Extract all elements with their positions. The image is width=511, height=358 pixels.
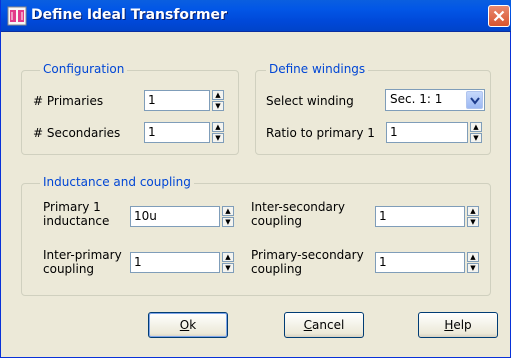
spin-up-icon[interactable]: ▲ [467, 206, 479, 216]
primary-secondary-label-line1: Primary-secondary [251, 248, 364, 262]
dialog-window: Define Ideal Transformer Configuration #… [0, 0, 511, 358]
inter-secondary-input[interactable]: 1 [375, 206, 465, 227]
primary-secondary-input[interactable]: 1 [375, 252, 465, 273]
primary-inductance-input[interactable]: 10u [130, 206, 220, 227]
inter-secondary-label-line2: coupling [251, 214, 303, 228]
close-button[interactable] [488, 5, 510, 27]
close-icon [493, 10, 505, 22]
inter-secondary-spinner[interactable]: ▲ ▼ [467, 206, 479, 227]
ratio-input[interactable]: 1 [386, 122, 468, 143]
ok-mnemonic: O [179, 318, 190, 332]
secondaries-spinner[interactable]: ▲ ▼ [212, 122, 224, 143]
spin-down-icon[interactable]: ▼ [212, 133, 224, 143]
help-button[interactable]: Help [418, 312, 498, 338]
inter-primary-spinner[interactable]: ▲ ▼ [222, 252, 234, 273]
inter-primary-input[interactable]: 1 [130, 252, 220, 273]
inter-primary-label: Inter-primary coupling [43, 248, 122, 276]
primary-secondary-label-line2: coupling [251, 262, 303, 276]
primary-inductance-label-line2: inductance [43, 214, 110, 228]
spin-up-icon[interactable]: ▲ [212, 90, 224, 100]
primary-inductance-spinner[interactable]: ▲ ▼ [222, 206, 234, 227]
configuration-group-title: Configuration [40, 62, 128, 76]
help-label-rest: elp [453, 318, 472, 332]
primary-inductance-label-line1: Primary 1 [43, 200, 101, 214]
dropdown-button[interactable] [466, 91, 483, 109]
spin-down-icon[interactable]: ▼ [467, 217, 479, 227]
primaries-label: # Primaries [33, 94, 104, 108]
cancel-mnemonic: C [303, 318, 313, 332]
ratio-label: Ratio to primary 1 [266, 126, 375, 140]
inductance-coupling-group-title: Inductance and coupling [40, 175, 194, 189]
cancel-label-rest: ancel [312, 318, 345, 332]
spin-down-icon[interactable]: ▼ [212, 101, 224, 111]
primaries-spinner[interactable]: ▲ ▼ [212, 90, 224, 111]
select-winding-label: Select winding [266, 94, 354, 108]
title-bar[interactable]: Define Ideal Transformer [1, 0, 511, 32]
define-windings-group-title: Define windings [266, 62, 369, 76]
ratio-spinner[interactable]: ▲ ▼ [470, 122, 482, 143]
spin-up-icon[interactable]: ▲ [467, 252, 479, 262]
window-title: Define Ideal Transformer [31, 7, 227, 23]
primary-secondary-label: Primary-secondary coupling [251, 248, 364, 276]
inter-secondary-label: Inter-secondary coupling [251, 200, 345, 228]
ok-button[interactable]: Ok [148, 312, 228, 338]
primary-inductance-label: Primary 1 inductance [43, 200, 109, 228]
select-winding-value: Sec. 1: 1 [390, 92, 443, 106]
chevron-down-icon [470, 97, 480, 105]
inter-primary-label-line1: Inter-primary [43, 248, 122, 262]
cancel-button[interactable]: Cancel [284, 312, 364, 338]
spin-up-icon[interactable]: ▲ [222, 252, 234, 262]
primaries-input[interactable]: 1 [144, 90, 210, 111]
spin-up-icon[interactable]: ▲ [470, 122, 482, 132]
transformer-app-icon [7, 6, 27, 26]
primary-secondary-spinner[interactable]: ▲ ▼ [467, 252, 479, 273]
inter-secondary-label-line1: Inter-secondary [251, 200, 345, 214]
ok-label-rest: k [189, 318, 197, 332]
spin-down-icon[interactable]: ▼ [470, 133, 482, 143]
spin-down-icon[interactable]: ▼ [222, 217, 234, 227]
help-mnemonic: H [444, 318, 454, 332]
select-winding-dropdown[interactable]: Sec. 1: 1 [385, 89, 485, 111]
spin-up-icon[interactable]: ▲ [222, 206, 234, 216]
secondaries-label: # Secondaries [33, 126, 121, 140]
spin-down-icon[interactable]: ▼ [222, 263, 234, 273]
inter-primary-label-line2: coupling [43, 262, 95, 276]
secondaries-input[interactable]: 1 [144, 122, 210, 143]
spin-down-icon[interactable]: ▼ [467, 263, 479, 273]
spin-up-icon[interactable]: ▲ [212, 122, 224, 132]
